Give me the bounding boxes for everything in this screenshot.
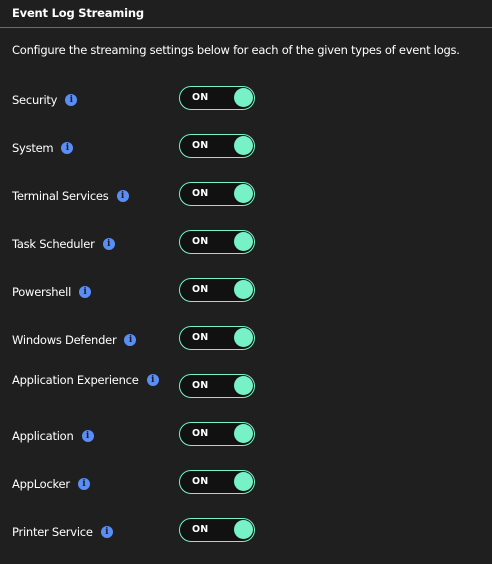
event-log-row-application-experience: Application Experience i ON <box>0 370 492 402</box>
toggle-knob <box>234 328 253 347</box>
toggle-state-label: ON <box>192 476 209 487</box>
event-log-row-security: Security i ON <box>0 84 492 116</box>
info-icon[interactable]: i <box>146 374 159 386</box>
toggle-knob <box>234 232 253 251</box>
info-icon[interactable]: i <box>65 94 78 106</box>
toggle-state-label: ON <box>192 428 209 439</box>
info-icon[interactable]: i <box>81 430 94 442</box>
row-label-container: Printer Service i <box>12 525 113 539</box>
row-label: Terminal Services <box>12 189 109 203</box>
event-log-row-task-scheduler: Task Scheduler i ON <box>0 228 492 260</box>
row-label-container: Security i <box>12 93 78 107</box>
toggle-knob <box>234 424 253 443</box>
toggle-state-label: ON <box>192 380 209 391</box>
row-label: Windows Defender <box>12 333 117 347</box>
toggle-state-label: ON <box>192 140 209 151</box>
event-log-row-application: Application i ON <box>0 420 492 452</box>
row-label: Printer Service <box>12 525 93 539</box>
row-label: Security <box>12 93 58 107</box>
event-log-row-system: System i ON <box>0 132 492 164</box>
row-label-container: Application Experience i <box>12 373 159 387</box>
application-toggle[interactable]: ON <box>179 422 255 446</box>
security-toggle[interactable]: ON <box>179 86 255 110</box>
terminal-services-toggle[interactable]: ON <box>179 182 255 206</box>
toggle-knob <box>234 520 253 539</box>
toggle-knob <box>234 136 253 155</box>
printer-service-toggle[interactable]: ON <box>179 518 255 542</box>
row-label-container: Task Scheduler i <box>12 237 115 251</box>
section-title: Event Log Streaming <box>12 6 144 20</box>
event-log-row-powershell: Powershell i ON <box>0 276 492 308</box>
toggle-state-label: ON <box>192 188 209 199</box>
row-label-container: AppLocker i <box>12 477 90 491</box>
toggle-knob <box>234 184 253 203</box>
toggle-state-label: ON <box>192 92 209 103</box>
windows-defender-toggle[interactable]: ON <box>179 326 255 350</box>
info-icon[interactable]: i <box>79 286 92 298</box>
row-label: Task Scheduler <box>12 237 95 251</box>
task-scheduler-toggle[interactable]: ON <box>179 230 255 254</box>
toggle-state-label: ON <box>192 524 209 535</box>
toggle-knob <box>234 376 253 395</box>
row-label-container: Application i <box>12 429 94 443</box>
application-experience-toggle[interactable]: ON <box>179 374 255 398</box>
info-icon[interactable]: i <box>124 334 137 346</box>
row-label: AppLocker <box>12 477 70 491</box>
powershell-toggle[interactable]: ON <box>179 278 255 302</box>
toggle-knob <box>234 280 253 299</box>
row-label-container: Terminal Services i <box>12 189 129 203</box>
system-toggle[interactable]: ON <box>179 134 255 158</box>
section-description: Configure the streaming settings below f… <box>12 43 460 57</box>
toggle-knob <box>234 88 253 107</box>
info-icon[interactable]: i <box>77 478 90 490</box>
info-icon[interactable]: i <box>100 526 113 538</box>
info-icon[interactable]: i <box>61 142 74 154</box>
row-label-container: System i <box>12 141 74 155</box>
info-icon[interactable]: i <box>102 238 115 250</box>
info-icon[interactable]: i <box>116 190 129 202</box>
event-log-row-applocker: AppLocker i ON <box>0 468 492 500</box>
toggle-state-label: ON <box>192 284 209 295</box>
toggle-state-label: ON <box>192 236 209 247</box>
row-label-container: Windows Defender i <box>12 333 137 347</box>
event-log-row-terminal-services: Terminal Services i ON <box>0 180 492 212</box>
toggle-knob <box>234 472 253 491</box>
event-log-row-printer-service: Printer Service i ON <box>0 516 492 548</box>
row-label-container: Powershell i <box>12 285 92 299</box>
applocker-toggle[interactable]: ON <box>179 470 255 494</box>
toggle-state-label: ON <box>192 332 209 343</box>
row-label: Powershell <box>12 285 72 299</box>
section-divider <box>0 27 492 28</box>
row-label: System <box>12 141 54 155</box>
row-label: Application Experience <box>12 373 139 387</box>
event-log-row-windows-defender: Windows Defender i ON <box>0 324 492 356</box>
row-label: Application <box>12 429 74 443</box>
event-log-streaming-panel: Event Log Streaming Configure the stream… <box>0 0 492 564</box>
